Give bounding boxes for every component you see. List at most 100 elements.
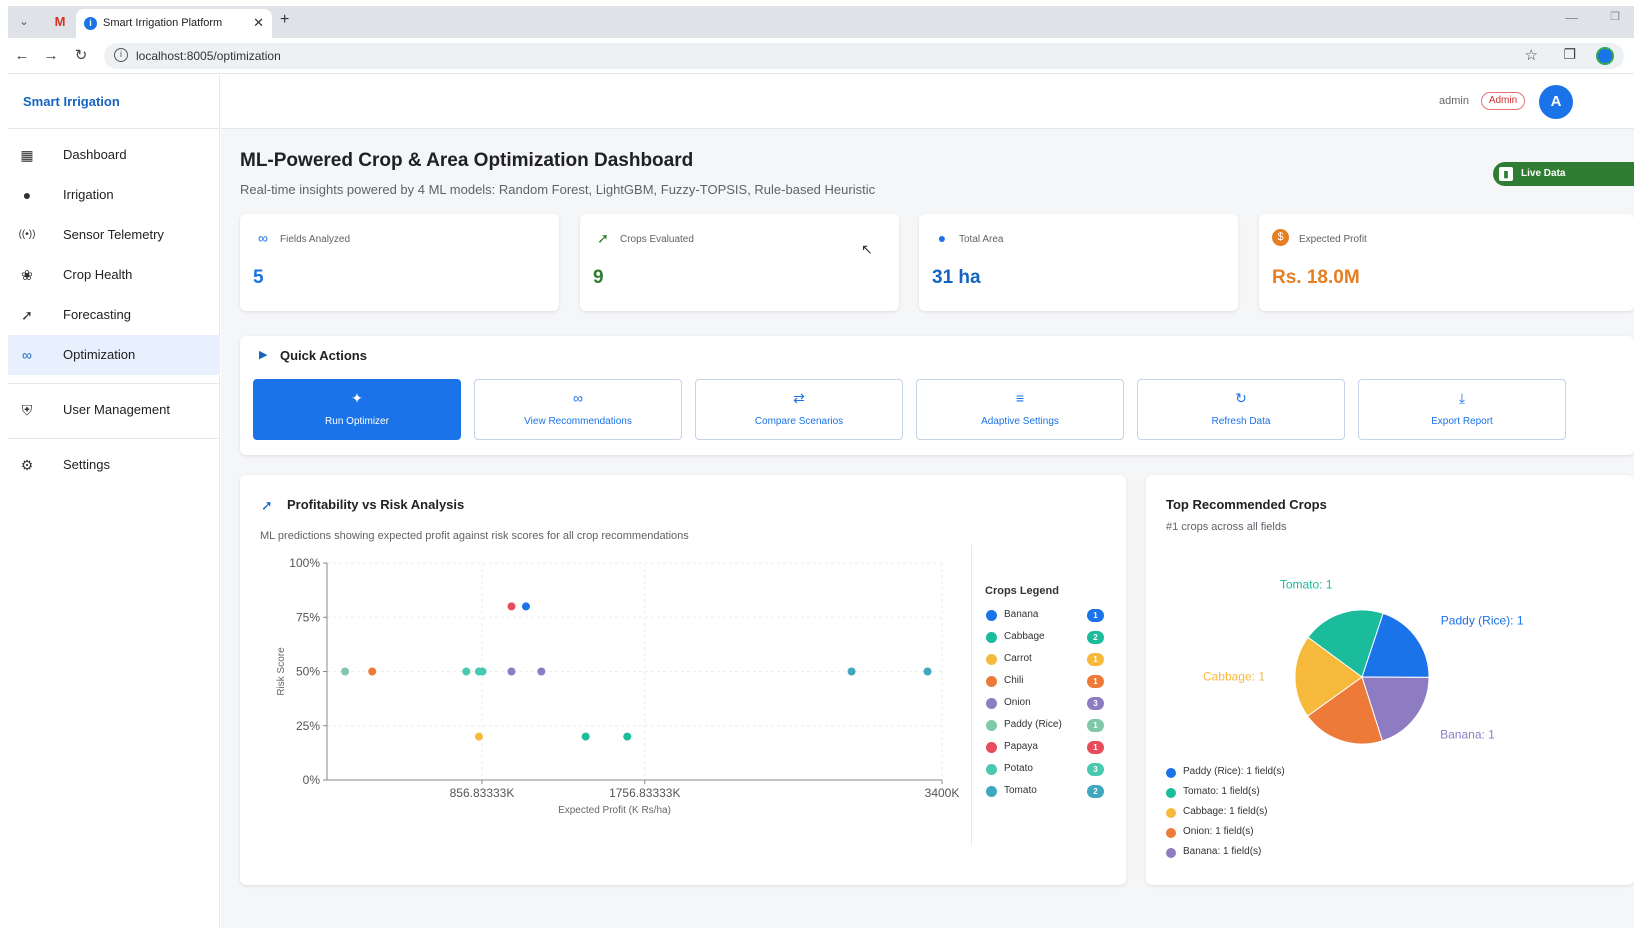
compare-scenarios-button[interactable]: ⇄ Compare Scenarios — [695, 379, 903, 440]
legend-dot — [986, 698, 997, 709]
brand-name[interactable]: Smart Irrigation — [23, 94, 120, 109]
bike-icon: ∞ — [22, 347, 32, 363]
kpi-value: 5 — [253, 267, 264, 288]
legend-item[interactable]: Paddy (Rice) 1 — [985, 717, 1115, 735]
crops-legend: Crops Legend Banana 1 Cabbage 2 Carrot 1 Chili… — [985, 585, 1115, 845]
legend-dot — [1166, 808, 1176, 818]
scatter-point — [462, 667, 471, 676]
scatter-point — [521, 602, 530, 611]
scatter-point — [507, 667, 516, 676]
sidebar-item-label: Forecasting — [63, 307, 131, 322]
browser-toolbar: ← → ↻ i localhost:8005/optimization ☆ ❐ — [8, 38, 1634, 74]
avatar[interactable]: A — [1539, 85, 1573, 119]
active-browser-tab[interactable]: i Smart Irrigation Platform ✕ — [76, 9, 272, 38]
download-icon: ⤓ — [1458, 390, 1466, 406]
pie-legend-item[interactable]: Onion: 1 field(s) — [1166, 825, 1466, 841]
sidebar-item-irrigation[interactable]: ● Irrigation — [8, 175, 220, 215]
minimize-window-icon[interactable]: — — [1565, 10, 1578, 25]
legend-dot — [986, 654, 997, 665]
legend-item[interactable]: Banana 1 — [985, 607, 1115, 625]
kpi-card-fields-analyzed: ∞ Fields Analyzed 5 — [240, 214, 559, 311]
restore-window-icon[interactable]: ❐ — [1610, 10, 1620, 23]
refresh-data-button[interactable]: ↻ Refresh Data — [1137, 379, 1345, 440]
legend-count-badge: 1 — [1087, 653, 1104, 666]
legend-count-badge: 1 — [1087, 609, 1104, 622]
legend-count-badge: 3 — [1087, 763, 1104, 776]
back-arrow-icon[interactable]: ← — [12, 46, 32, 66]
site-info-icon[interactable]: i — [114, 48, 128, 62]
y-tick-label: 75% — [296, 610, 320, 624]
sidebar-item-settings[interactable]: ⚙ Settings — [8, 445, 220, 485]
page-title: ML-Powered Crop & Area Optimization Dash… — [240, 150, 694, 171]
legend-dot — [986, 742, 997, 753]
legend-item[interactable]: Carrot 1 — [985, 651, 1115, 669]
trend-icon: ➚ — [261, 497, 273, 513]
pie-legend-item[interactable]: Cabbage: 1 field(s) — [1166, 805, 1466, 821]
adaptive-settings-button[interactable]: ≡ Adaptive Settings — [916, 379, 1124, 440]
legend-label: Potato — [1004, 763, 1033, 774]
legend-item[interactable]: Chili 1 — [985, 673, 1115, 691]
sidebar-item-optimization[interactable]: ∞ Optimization — [8, 335, 220, 375]
legend-label: Banana — [1004, 609, 1039, 620]
legend-dot — [986, 764, 997, 775]
x-tick-label: 1756.83333K — [609, 786, 680, 800]
tab-search-chevron-icon[interactable]: ⌄ — [14, 12, 34, 32]
scatter-point — [623, 732, 632, 741]
legend-count-badge: 1 — [1087, 741, 1104, 754]
money-icon: $ — [1272, 229, 1289, 246]
legend-item[interactable]: Tomato 2 — [985, 783, 1115, 801]
legend-label: Carrot — [1004, 653, 1032, 664]
gmail-tab[interactable]: M — [44, 10, 76, 34]
address-bar[interactable]: i localhost:8005/optimization ☆ ❐ — [104, 43, 1624, 69]
expand-caret-icon[interactable]: ▶ — [259, 348, 267, 361]
pie-legend-item[interactable]: Banana: 1 field(s) — [1166, 845, 1466, 861]
legend-count-badge: 2 — [1087, 631, 1104, 644]
button-label: Export Report — [1431, 416, 1493, 427]
legend-label: Tomato — [1004, 785, 1037, 796]
legend-item[interactable]: Papaya 1 — [985, 739, 1115, 757]
legend-dot — [986, 786, 997, 797]
pie-legend-item[interactable]: Paddy (Rice): 1 field(s) — [1166, 765, 1466, 781]
sidebar-item-crop-health[interactable]: ❀ Crop Health — [8, 255, 220, 295]
legend-item[interactable]: Onion 3 — [985, 695, 1115, 713]
x-axis-label: Expected Profit (K Rs/ha) — [558, 805, 671, 816]
divider — [8, 383, 220, 384]
legend-label: Chili — [1004, 675, 1024, 686]
button-label: Adaptive Settings — [981, 416, 1059, 427]
reload-icon[interactable]: ↻ — [71, 46, 91, 66]
bookmark-star-icon[interactable]: ☆ — [1525, 46, 1538, 64]
kpi-card-expected-profit: $ Expected Profit Rs. 18.0M — [1259, 214, 1634, 311]
pie-legend-item[interactable]: Tomato: 1 field(s) — [1166, 785, 1466, 801]
legend-dot — [986, 632, 997, 643]
top-app-bar: admin Admin A — [221, 75, 1634, 129]
legend-label: Onion: 1 field(s) — [1183, 826, 1254, 837]
export-report-button[interactable]: ⤓ Export Report — [1358, 379, 1566, 440]
run-optimizer-button[interactable]: ✦ Run Optimizer — [253, 379, 461, 440]
sidebar-item-forecasting[interactable]: ➚ Forecasting — [8, 295, 220, 335]
refresh-icon: ↻ — [1235, 390, 1247, 406]
scatter-chart: 0% 25% 50% 75% 100% 856.83333K 1756.83333K 3400… — [276, 556, 959, 816]
legend-item[interactable]: Potato 3 — [985, 761, 1115, 779]
button-label: Compare Scenarios — [754, 416, 844, 427]
kpi-card-total-area: ● Total Area 31 ha — [919, 214, 1238, 311]
new-tab-button[interactable]: + — [280, 11, 289, 29]
legend-dot — [1166, 788, 1176, 798]
kpi-value: Rs. 18.0M — [1272, 267, 1360, 288]
legend-item[interactable]: Cabbage 2 — [985, 629, 1115, 647]
trend-icon: ➚ — [21, 307, 33, 323]
quick-actions-panel: ▶ Quick Actions ✦ Run Optimizer ∞ View R… — [240, 336, 1634, 455]
live-data-chip[interactable]: ▮ Live Data — [1493, 162, 1634, 186]
extensions-icon[interactable]: ❐ — [1563, 46, 1576, 63]
legend-dot — [986, 720, 997, 731]
button-label: Run Optimizer — [325, 416, 389, 427]
url-text[interactable]: localhost:8005/optimization — [136, 49, 281, 63]
quick-actions-title[interactable]: Quick Actions — [280, 348, 367, 363]
close-tab-icon[interactable]: ✕ — [253, 15, 264, 31]
sidebar-item-sensor-telemetry[interactable]: ((•)) Sensor Telemetry — [8, 215, 220, 255]
view-recommendations-button[interactable]: ∞ View Recommendations — [474, 379, 682, 440]
browser-profile-icon[interactable] — [1596, 47, 1614, 65]
live-data-label: Live Data — [1521, 168, 1566, 179]
forward-arrow-icon[interactable]: → — [41, 46, 61, 66]
sidebar-item-user-management[interactable]: ⛨ User Management — [8, 390, 220, 430]
sidebar-item-dashboard[interactable]: ▦ Dashboard — [8, 135, 220, 175]
